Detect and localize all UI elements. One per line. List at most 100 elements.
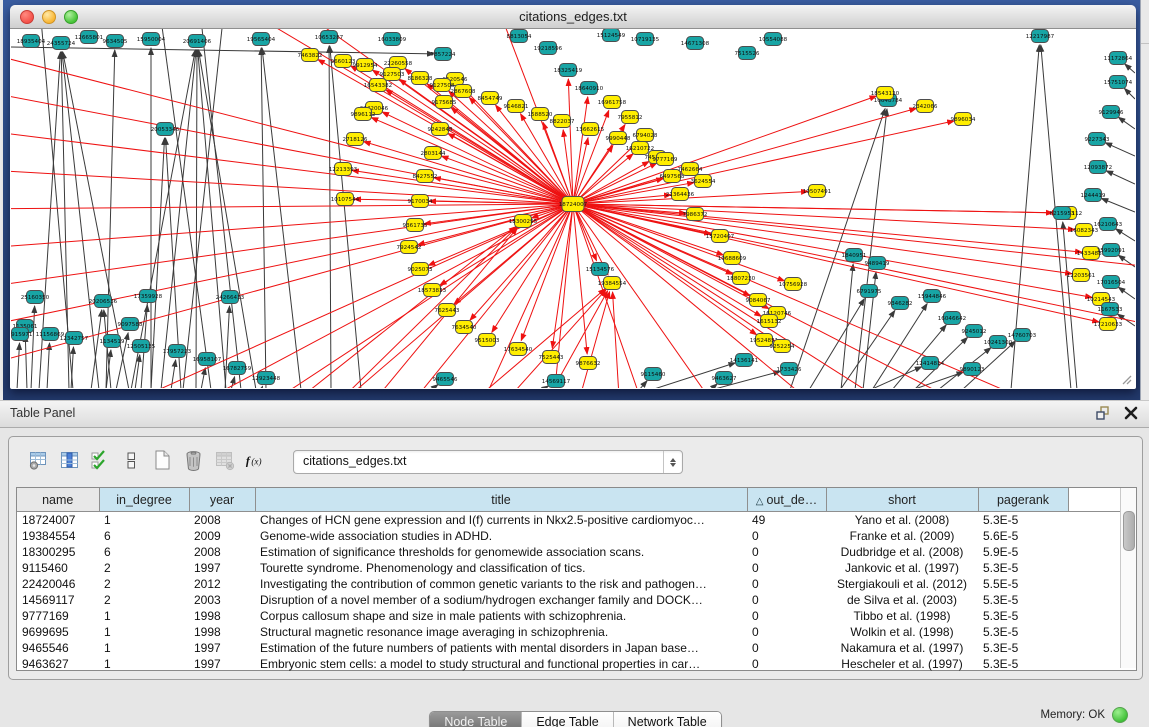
- new-document-icon[interactable]: [151, 449, 173, 471]
- cell-in_degree[interactable]: 6: [99, 544, 189, 560]
- cell-in_degree[interactable]: 2: [99, 576, 189, 592]
- cell-pagerank[interactable]: 5.9E-5: [978, 544, 1068, 560]
- cell-short[interactable]: Wolkin et al. (1998): [826, 624, 978, 640]
- cell-title[interactable]: Genome-wide association studies in ADHD.: [255, 528, 747, 544]
- cell-title[interactable]: Tourette syndrome. Phenomenology and cla…: [255, 560, 747, 576]
- close-panel-icon[interactable]: [1123, 405, 1139, 421]
- cell-name[interactable]: 22420046: [17, 576, 99, 592]
- graph-node[interactable]: 12217987: [1026, 30, 1055, 43]
- graph-node[interactable]: 10756928: [779, 278, 808, 291]
- table-scrollbar[interactable]: [1120, 488, 1136, 668]
- tab-network-table[interactable]: Network Table: [614, 712, 721, 727]
- trash-icon[interactable]: [182, 449, 204, 471]
- graph-node[interactable]: 17210633: [1094, 318, 1123, 331]
- cell-year[interactable]: 2012: [189, 576, 255, 592]
- graph-node[interactable]: 15124549: [597, 29, 626, 42]
- rows-icon[interactable]: [120, 449, 142, 471]
- graph-node[interactable]: 7634540: [452, 321, 477, 334]
- table-settings-icon[interactable]: [27, 449, 49, 471]
- table-row[interactable]: 1456911722003Disruption of a novel membe…: [17, 592, 1120, 608]
- graph-node[interactable]: 9146821: [504, 100, 529, 113]
- cell-in_degree[interactable]: 6: [99, 528, 189, 544]
- graph-node[interactable]: 9361735: [403, 219, 428, 232]
- graph-node[interactable]: 16782759: [223, 362, 252, 375]
- cell-short[interactable]: Stergiakouli et al. (2012): [826, 576, 978, 592]
- graph-node[interactable]: 17016504: [1097, 276, 1126, 289]
- table-row[interactable]: 969969511998Structural magnetic resonanc…: [17, 624, 1120, 640]
- graph-node[interactable]: 9097588: [118, 318, 143, 331]
- graph-node[interactable]: 1840951: [842, 249, 867, 262]
- show-columns-icon[interactable]: [58, 449, 80, 471]
- graph-node[interactable]: 9129946: [1099, 106, 1124, 119]
- cell-pagerank[interactable]: 5.3E-5: [978, 624, 1068, 640]
- graph-node[interactable]: 19565404: [247, 33, 276, 46]
- table-row[interactable]: 1830029562008Estimation of significance …: [17, 544, 1120, 560]
- graph-node[interactable]: 8822037: [550, 115, 575, 128]
- graph-node[interactable]: 9896034: [951, 113, 976, 126]
- network-graph[interactable]: 1893540424355724126658019634505159500042…: [11, 29, 1135, 388]
- network-window-titlebar[interactable]: citations_edges.txt: [10, 5, 1136, 29]
- graph-node[interactable]: 6794028: [633, 129, 658, 142]
- cell-title[interactable]: Corpus callosum shape and size in male p…: [255, 608, 747, 624]
- graph-node[interactable]: 16046642: [938, 312, 966, 325]
- graph-node[interactable]: 2342066: [913, 100, 938, 113]
- cell-year[interactable]: 2003: [189, 592, 255, 608]
- graph-node[interactable]: 1134519: [100, 335, 125, 348]
- cell-year[interactable]: 1998: [189, 608, 255, 624]
- cell-out_de[interactable]: 0: [747, 560, 826, 576]
- graph-node[interactable]: 14671308: [681, 37, 710, 50]
- cell-short[interactable]: Nakamura et al. (1997): [826, 640, 978, 656]
- graph-node[interactable]: 12665801: [75, 31, 104, 44]
- cell-name[interactable]: 9699695: [17, 624, 99, 640]
- cell-out_de[interactable]: 49: [747, 512, 826, 529]
- cell-short[interactable]: Jankovic et al. (1997): [826, 560, 978, 576]
- cell-short[interactable]: Franke et al. (2009): [826, 528, 978, 544]
- graph-node[interactable]: 8454749: [478, 92, 503, 105]
- cell-in_degree[interactable]: 1: [99, 656, 189, 672]
- table-scrollbar-thumb[interactable]: [1123, 511, 1135, 551]
- cell-title[interactable]: Structural magnetic resonance image aver…: [255, 624, 747, 640]
- graph-node[interactable]: 18935404: [17, 35, 46, 48]
- graph-node[interactable]: 9515003: [475, 334, 500, 347]
- cell-pagerank[interactable]: 5.3E-5: [978, 592, 1068, 608]
- graph-node[interactable]: 1244419: [1081, 189, 1106, 202]
- graph-node[interactable]: 7857224: [431, 48, 456, 61]
- cell-pagerank[interactable]: 5.3E-5: [978, 560, 1068, 576]
- cell-name[interactable]: 9115460: [17, 560, 99, 576]
- cell-short[interactable]: Tibbo et al. (1998): [826, 608, 978, 624]
- graph-node[interactable]: 1733426: [777, 363, 802, 376]
- cell-year[interactable]: 2009: [189, 528, 255, 544]
- graph-node[interactable]: 12203561: [1067, 269, 1096, 282]
- graph-node[interactable]: 9890123: [960, 363, 985, 376]
- cell-name[interactable]: 18300295: [17, 544, 99, 560]
- graph-node[interactable]: 15720407: [706, 230, 735, 243]
- table-row[interactable]: 977716911998Corpus callosum shape and si…: [17, 608, 1120, 624]
- graph-node[interactable]: 7525443: [539, 351, 564, 364]
- cell-year[interactable]: 2008: [189, 544, 255, 560]
- table-row[interactable]: 1938455462009Genome-wide association stu…: [17, 528, 1120, 544]
- graph-node[interactable]: 9465546: [433, 373, 458, 386]
- cell-pagerank[interactable]: 5.5E-5: [978, 576, 1068, 592]
- graph-node[interactable]: 7955812: [618, 111, 643, 124]
- column-header-short[interactable]: short: [826, 488, 978, 512]
- cell-year[interactable]: 1998: [189, 624, 255, 640]
- graph-node[interactable]: 15751074: [1104, 76, 1133, 89]
- column-header-out_de[interactable]: △out_de…: [747, 488, 826, 512]
- table-row[interactable]: 946554611997Estimation of the future num…: [17, 640, 1120, 656]
- cell-in_degree[interactable]: 1: [99, 512, 189, 529]
- function-builder-icon[interactable]: f(x): [244, 449, 266, 471]
- cell-in_degree[interactable]: 1: [99, 608, 189, 624]
- graph-node[interactable]: 19218596: [534, 42, 563, 55]
- cell-in_degree[interactable]: 1: [99, 640, 189, 656]
- cell-out_de[interactable]: 0: [747, 640, 826, 656]
- graph-node[interactable]: 7625443: [435, 304, 460, 317]
- graph-node[interactable]: 10554088: [759, 33, 788, 46]
- cell-pagerank[interactable]: 5.3E-5: [978, 608, 1068, 624]
- graph-node[interactable]: 2718126: [343, 133, 368, 146]
- graph-node[interactable]: 16961758: [598, 96, 627, 109]
- tab-node-table[interactable]: Node Table: [430, 712, 522, 727]
- graph-node[interactable]: 9463627: [712, 372, 737, 385]
- table-row[interactable]: 911546021997Tourette syndrome. Phenomeno…: [17, 560, 1120, 576]
- select-all-icon[interactable]: [89, 449, 111, 471]
- network-view[interactable]: 1893540424355724126658019634505159500042…: [11, 29, 1135, 388]
